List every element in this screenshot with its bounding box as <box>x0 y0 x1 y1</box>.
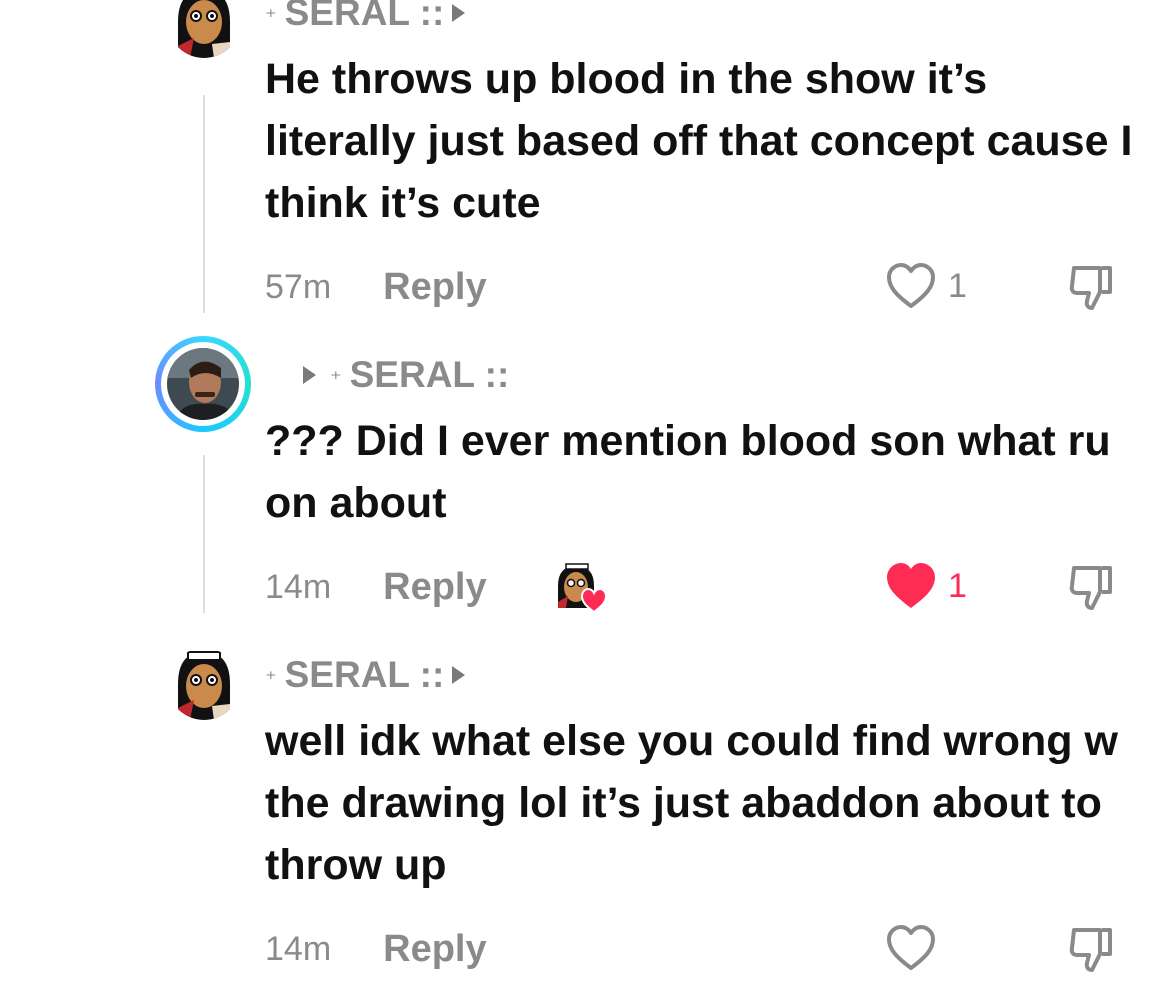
dislike-button[interactable] <box>1066 562 1116 612</box>
username[interactable]: SERAL :: <box>285 654 445 696</box>
dislike-button[interactable] <box>1066 924 1116 974</box>
comment-timestamp: 57m <box>265 267 332 306</box>
comment-meta: 14m Reply <box>265 562 487 612</box>
comment-text: well idk what else you could find wrong … <box>265 717 1118 889</box>
comment-text: ??? Did I ever mention blood son what ru… <box>265 417 1111 527</box>
sparkle-icon: ⁺ <box>265 4 277 29</box>
play-arrow-icon <box>452 4 466 22</box>
username[interactable]: SERAL :: <box>285 0 445 34</box>
like-button[interactable]: 1 <box>886 562 967 610</box>
reply-button[interactable]: Reply <box>383 266 486 309</box>
username[interactable]: SERAL :: <box>350 354 510 396</box>
like-count: 1 <box>948 266 967 305</box>
like-button[interactable]: 1 <box>886 262 967 310</box>
reply-button[interactable]: Reply <box>383 566 486 609</box>
sparkle-icon: ⁺ <box>330 366 342 391</box>
comment-meta: 57m Reply <box>265 262 487 312</box>
play-arrow-icon <box>452 666 466 684</box>
like-button[interactable] <box>886 924 936 972</box>
reply-button[interactable]: Reply <box>383 928 486 971</box>
thumbs-down-icon <box>1069 266 1112 310</box>
comment-username-row[interactable]: ⁺ SERAL :: <box>303 354 509 396</box>
sparkle-icon: ⁺ <box>265 666 277 691</box>
play-arrow-icon <box>303 366 316 384</box>
comment-timestamp: 14m <box>265 567 332 606</box>
thumbs-down-icon <box>1069 928 1112 972</box>
dislike-button[interactable] <box>1066 262 1116 312</box>
heart-filled-icon <box>887 563 935 608</box>
thumbs-down-icon <box>1069 566 1112 610</box>
comment-timestamp: 14m <box>265 929 332 968</box>
heart-outline-icon <box>887 925 935 970</box>
heart-icon <box>580 587 608 614</box>
avatar[interactable] <box>168 648 240 720</box>
thread-line <box>203 95 205 313</box>
avatar[interactable] <box>168 0 240 58</box>
comment-meta: 14m Reply <box>265 924 487 974</box>
like-count: 1 <box>948 566 967 605</box>
comment-username-row[interactable]: ⁺ SERAL :: <box>265 0 466 34</box>
comment-username-row[interactable]: ⁺ SERAL :: <box>265 654 466 696</box>
heart-outline-icon <box>887 263 935 308</box>
comment-text: He throws up blood in the show it’s lite… <box>265 55 1133 227</box>
avatar-story-ring[interactable] <box>155 336 251 432</box>
avatar <box>167 348 239 420</box>
thread-line <box>203 455 205 613</box>
creator-liked-badge <box>552 560 608 616</box>
